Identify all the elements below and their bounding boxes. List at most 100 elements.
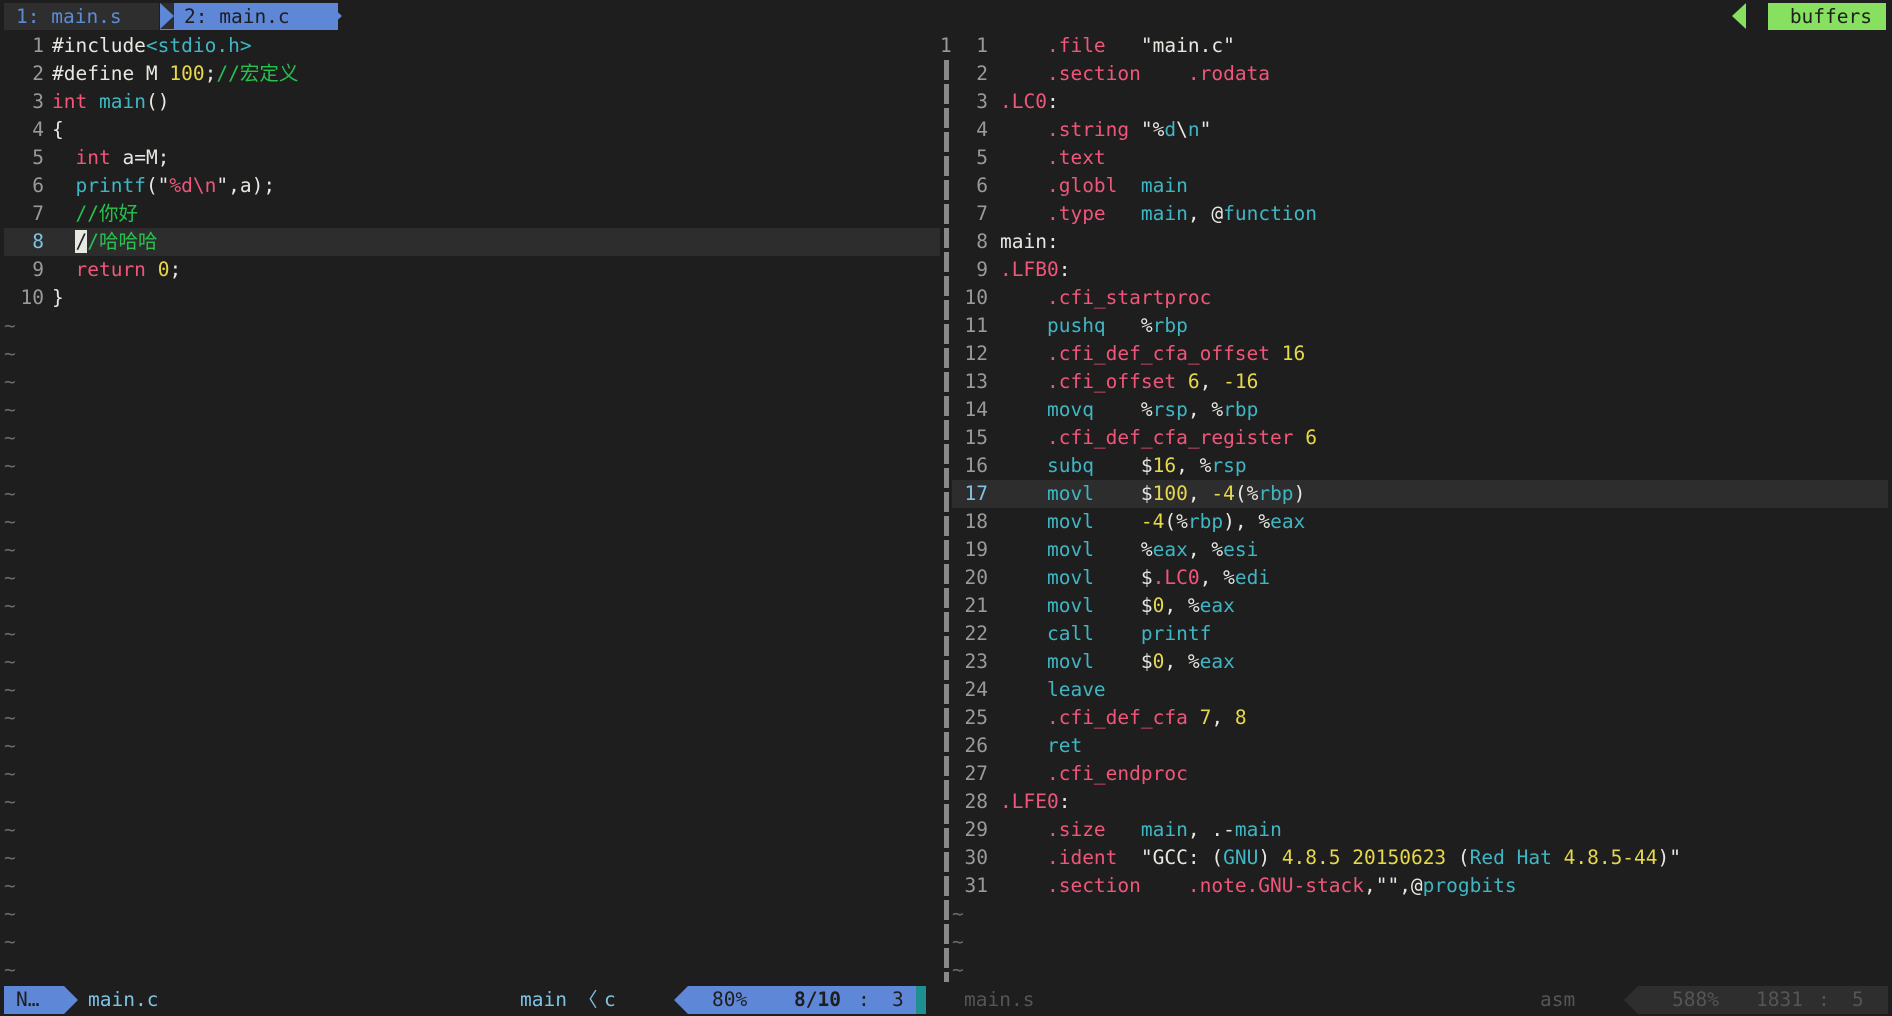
code-token: edi bbox=[1234, 566, 1271, 589]
right_pane-code-line[interactable]: 28 .LFE0: bbox=[952, 788, 1888, 816]
line-text: .ident "GCC: (GNU) 4.8.5 20150623 (Red H… bbox=[1000, 844, 1681, 872]
right_pane-code-line[interactable]: 31 .section .note.GNU-stack,"",@progbits bbox=[952, 872, 1888, 900]
right_pane-code-line[interactable]: 4 .string "%d\n" bbox=[952, 116, 1888, 144]
code-token: } bbox=[52, 286, 64, 309]
code-token: % bbox=[1093, 538, 1153, 561]
right_pane-code-line[interactable]: 19 movl %eax, %esi bbox=[952, 536, 1888, 564]
right_pane-code-line[interactable]: 5 .text bbox=[952, 144, 1888, 172]
right_pane-code-line[interactable]: 17 movl $100, -4(%rbp) bbox=[952, 480, 1888, 508]
code-token: )" bbox=[1657, 846, 1682, 869]
line-number: 10 bbox=[20, 286, 44, 309]
line-number: 3 bbox=[32, 90, 44, 113]
line-text: ret bbox=[1000, 732, 1082, 760]
editor-pane-main-c[interactable]: 1 #include<stdio.h> 2 #define M 100;//宏定义 3 i… bbox=[4, 32, 940, 982]
inactive-column-number: 5 bbox=[1852, 988, 1864, 1011]
line-number: 17 bbox=[964, 482, 988, 505]
code-token: main bbox=[1140, 202, 1188, 225]
left_pane-code-line[interactable]: 4{ bbox=[4, 116, 940, 144]
mode-arrow-icon bbox=[64, 986, 78, 1014]
left_pane-code-line[interactable]: 1 #include<stdio.h> bbox=[4, 32, 940, 60]
code-token: .cfi_def_cfa_offset bbox=[1046, 342, 1271, 365]
split-scrollbar[interactable] bbox=[944, 60, 949, 982]
line-text: movl $.LC0, %edi bbox=[1000, 564, 1270, 592]
buffers-label[interactable]: buffers bbox=[1767, 3, 1886, 30]
code-token: rbp bbox=[1152, 314, 1188, 337]
right_pane-code-line[interactable]: 9 .LFB0: bbox=[952, 256, 1888, 284]
code-token: leave bbox=[1046, 678, 1106, 701]
right_pane-code-line[interactable]: 8 main: bbox=[952, 228, 1888, 256]
code-token: rbp bbox=[1223, 398, 1259, 421]
left_pane-code-line[interactable]: 3 int main() bbox=[4, 88, 940, 116]
right_pane-code-line[interactable]: 16 subq $16, %rsp bbox=[952, 452, 1888, 480]
code-token: printf bbox=[1140, 622, 1212, 645]
code-token: Red Hat bbox=[1469, 846, 1552, 869]
vim-window: 1: main.s 2: main.c buffers 1 #include<st… bbox=[0, 0, 1892, 1016]
right_pane-code-line[interactable]: 1 .file "main.c" bbox=[952, 32, 1888, 60]
right_pane-code-line[interactable]: 14 movq %rsp, %rbp bbox=[952, 396, 1888, 424]
line-text: leave bbox=[1000, 676, 1106, 704]
right_pane-code-line[interactable]: 29 .size main, .-main bbox=[952, 816, 1888, 844]
right_pane-code-line[interactable]: 15 .cfi_def_cfa_register 6 bbox=[952, 424, 1888, 452]
code-token: .size bbox=[1046, 818, 1106, 841]
line-text: } bbox=[52, 284, 64, 312]
left_pane-code-line[interactable]: 5 int a=M; bbox=[4, 144, 940, 172]
tab-main-c[interactable]: 2: main.c bbox=[160, 3, 338, 30]
editor-pane-main-s[interactable]: 1 .file "main.c" 2 .section .rodata 3 .LC0:… bbox=[952, 32, 1888, 982]
code-token: , % bbox=[1164, 594, 1200, 617]
left_pane-code-line[interactable]: 10} bbox=[4, 284, 940, 312]
left_pane-code-line[interactable]: 6 printf("%d\n",a); bbox=[4, 172, 940, 200]
right_pane-code-line[interactable]: 27 .cfi_endproc bbox=[952, 760, 1888, 788]
code-token: , bbox=[1199, 370, 1224, 393]
code-token: return bbox=[75, 258, 146, 281]
line-text: .section .note.GNU-stack,"",@progbits bbox=[1000, 872, 1517, 900]
line-text: .string "%d\n" bbox=[1000, 116, 1211, 144]
right_pane-code-line[interactable]: 30 .ident "GCC: (GNU) 4.8.5 20150623 (Re… bbox=[952, 844, 1888, 872]
code-token: : bbox=[1046, 90, 1059, 113]
empty-line-marker: ~ bbox=[4, 426, 16, 449]
left_pane-code-line[interactable]: 7 //你好 bbox=[4, 200, 940, 228]
right_pane-code-line[interactable]: 18 movl -4(%rbp), %eax bbox=[952, 508, 1888, 536]
right_pane-code-line[interactable]: 6 .globl main bbox=[952, 172, 1888, 200]
code-token: .LC0 bbox=[1000, 90, 1047, 113]
code-token: main bbox=[1140, 174, 1188, 197]
empty-line-marker: ~ bbox=[4, 790, 16, 813]
left_pane-code-line[interactable]: 8 //哈哈哈 bbox=[4, 228, 940, 256]
right_pane-code-line[interactable]: 10 .cfi_startproc bbox=[952, 284, 1888, 312]
right_pane-code-line[interactable]: 7 .type main, @function bbox=[952, 200, 1888, 228]
right_pane-code-line[interactable]: 23 movl $0, %eax bbox=[952, 648, 1888, 676]
right_pane-code-line[interactable]: 24 leave bbox=[952, 676, 1888, 704]
code-token: printf bbox=[75, 174, 146, 197]
right_pane-code-line[interactable]: 25 .cfi_def_cfa 7, 8 bbox=[952, 704, 1888, 732]
empty-line-marker: ~ bbox=[4, 342, 16, 365]
right_pane-code-line[interactable]: 11 pushq %rbp bbox=[952, 312, 1888, 340]
right_pane-code-line[interactable]: 13 .cfi_offset 6, -16 bbox=[952, 368, 1888, 396]
right_pane-code-line[interactable]: 21 movl $0, %eax bbox=[952, 592, 1888, 620]
line-number: 21 bbox=[964, 594, 988, 617]
right_pane-code-line[interactable]: 26 ret bbox=[952, 732, 1888, 760]
left_pane-code-line[interactable]: 2 #define M 100;//宏定义 bbox=[4, 60, 940, 88]
code-token: $ bbox=[1093, 482, 1153, 505]
empty-line-marker: ~ bbox=[4, 454, 16, 477]
line-text: main: bbox=[1000, 228, 1059, 256]
right_pane-code-line[interactable]: 2 .section .rodata bbox=[952, 60, 1888, 88]
line-number: 4 bbox=[32, 118, 44, 141]
right_pane-code-line[interactable]: 12 .cfi_def_cfa_offset 16 bbox=[952, 340, 1888, 368]
code-token: .section bbox=[1046, 62, 1141, 85]
tab-main-s[interactable]: 1: main.s bbox=[4, 3, 159, 30]
right_pane-code-line[interactable]: 22 call printf bbox=[952, 620, 1888, 648]
code-token: ret bbox=[1046, 734, 1083, 757]
code-token: rbp bbox=[1187, 510, 1224, 533]
left_pane-code-line[interactable]: 9 return 0; bbox=[4, 256, 940, 284]
empty-line-marker: ~ bbox=[4, 958, 16, 981]
right_pane-code-line[interactable]: 3 .LC0: bbox=[952, 88, 1888, 116]
code-token: .cfi_offset bbox=[1046, 370, 1177, 393]
right_pane-code-line[interactable]: 20 movl $.LC0, %edi bbox=[952, 564, 1888, 592]
code-token: eax bbox=[1199, 594, 1235, 617]
inactive-filename: main.s bbox=[964, 988, 1035, 1011]
line-text: int a=M; bbox=[52, 144, 169, 172]
